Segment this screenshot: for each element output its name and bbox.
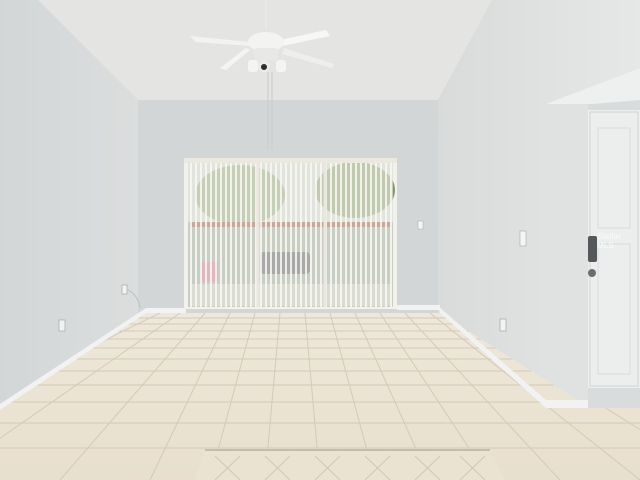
door-frame-wall bbox=[546, 104, 588, 408]
watermark-text: Stellar MLS bbox=[597, 232, 622, 250]
room-scene: Stellar MLS bbox=[0, 0, 640, 480]
outlet-icon bbox=[121, 284, 128, 295]
room-photo bbox=[0, 0, 640, 480]
diagonal-tile-border bbox=[195, 449, 505, 480]
outlet-icon bbox=[499, 318, 507, 332]
outlet-icon bbox=[58, 319, 66, 332]
back-baseboard bbox=[146, 308, 186, 313]
light-switch-icon bbox=[519, 230, 527, 247]
sliding-glass-door bbox=[184, 158, 397, 309]
